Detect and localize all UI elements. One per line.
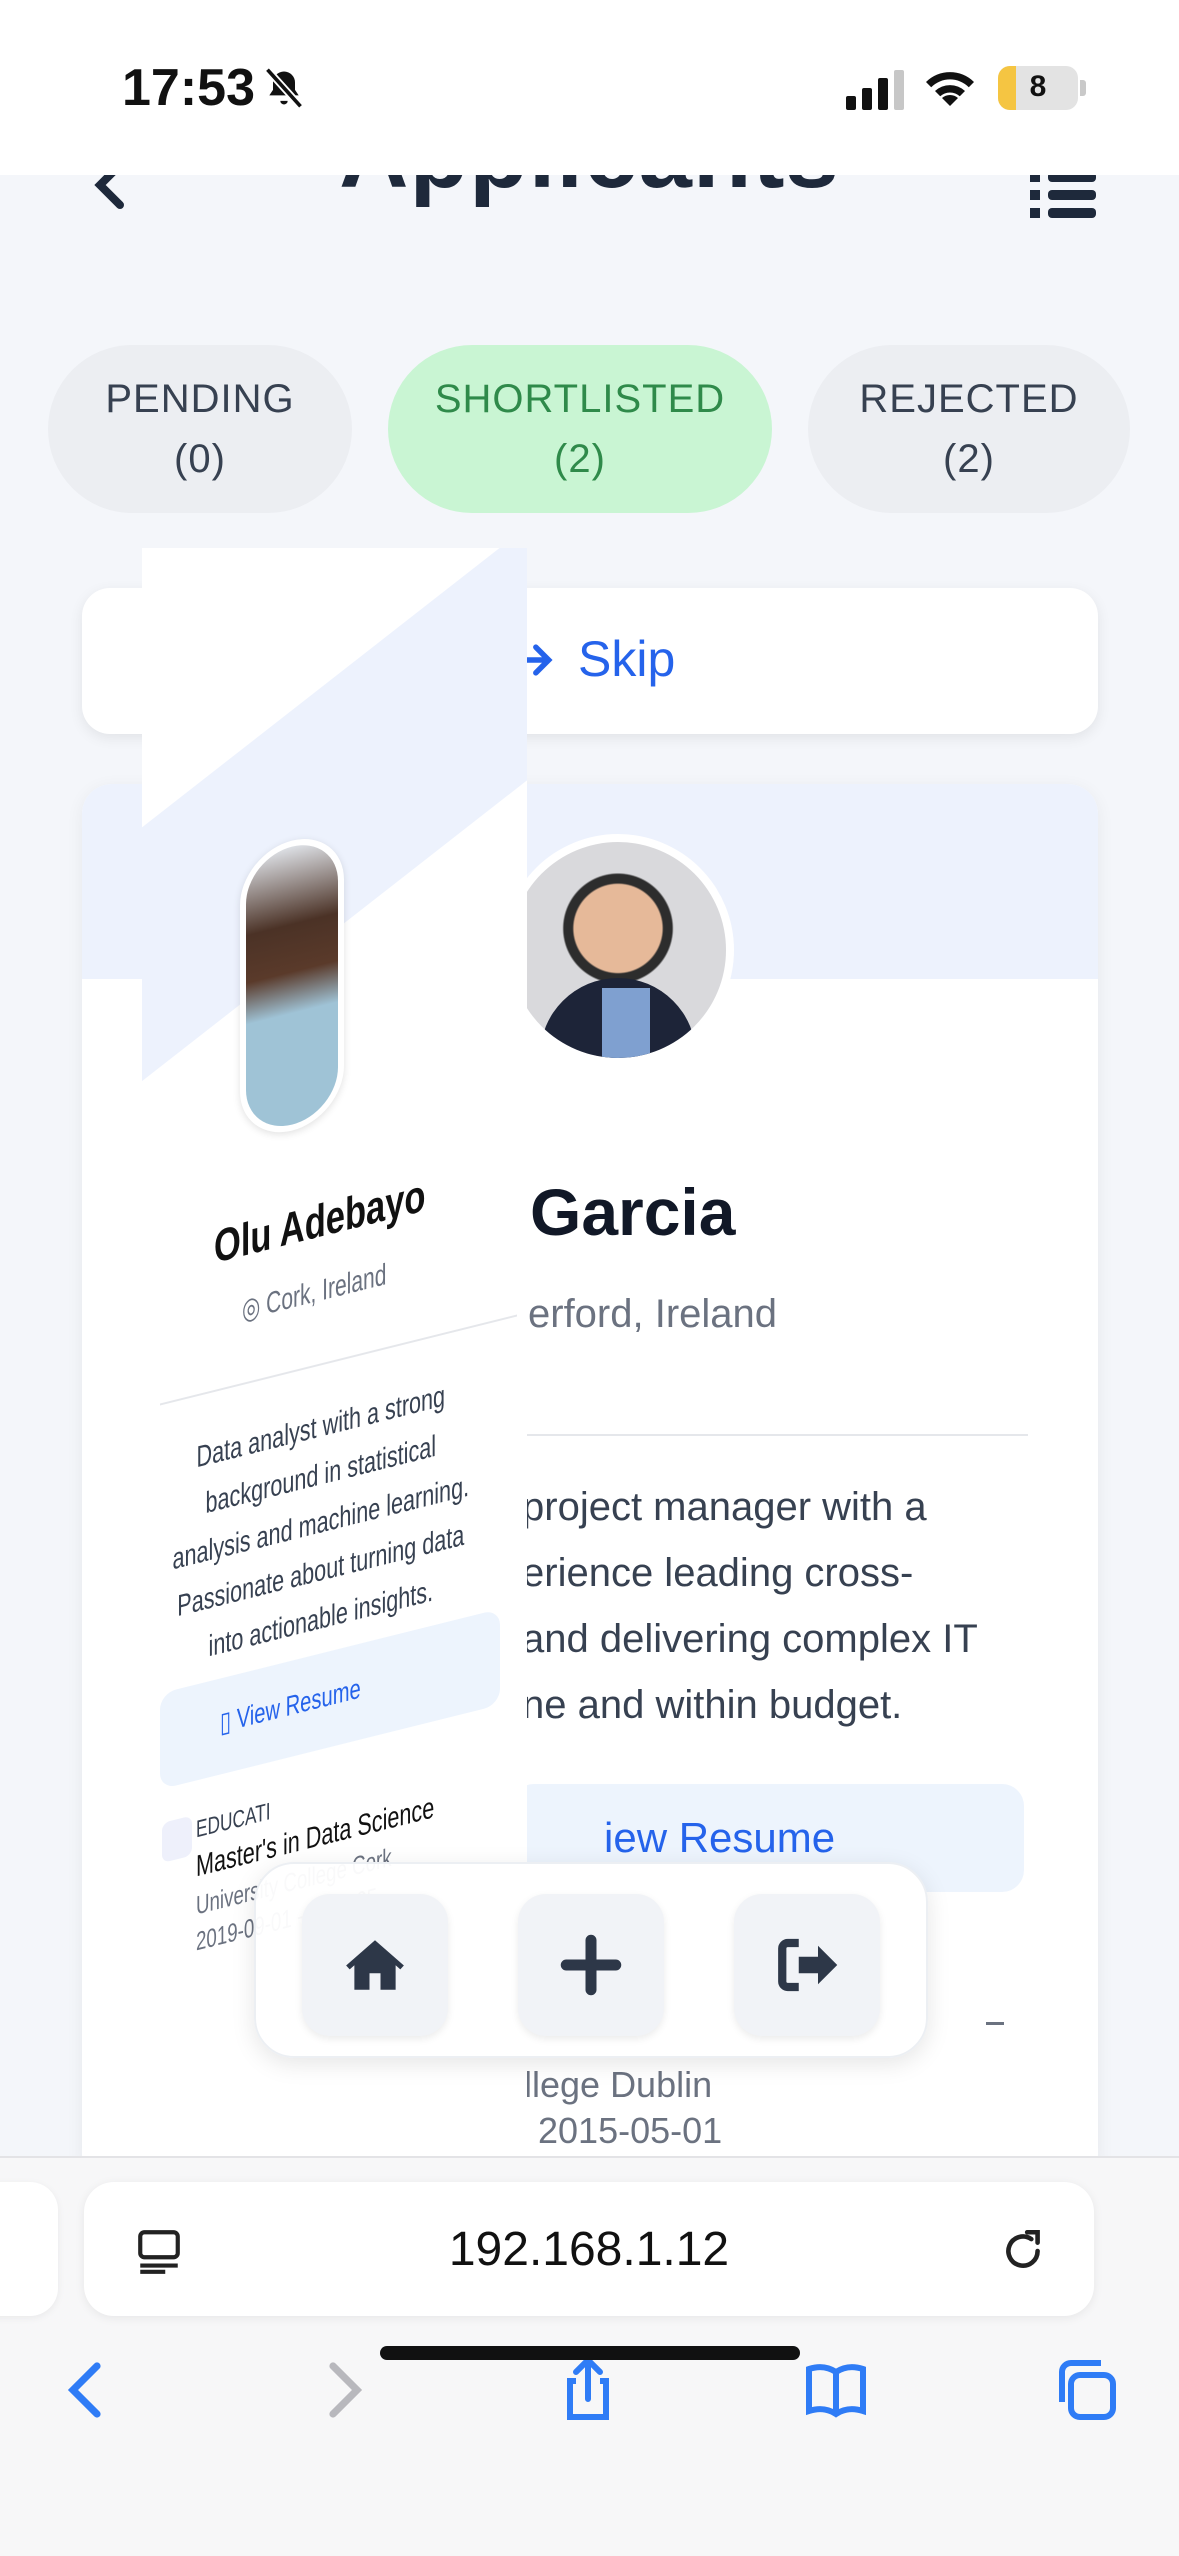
back-icon[interactable] <box>52 2354 124 2426</box>
share-icon[interactable] <box>552 2354 624 2426</box>
tab-label: REJECTED <box>859 377 1079 421</box>
home-button[interactable] <box>302 1894 448 2036</box>
tab-count: (2) <box>943 437 995 481</box>
url-text: 192.168.1.12 <box>448 2223 730 2276</box>
education-school: llege Dublin <box>524 2064 713 2105</box>
avatar <box>502 834 734 1066</box>
logout-button[interactable] <box>734 1894 880 2036</box>
reload-icon[interactable] <box>998 2226 1048 2276</box>
add-button[interactable] <box>518 1894 664 2036</box>
bio-line: project manager with a <box>522 1485 927 1529</box>
document-icon: ▯ <box>220 1703 237 1739</box>
home-icon <box>346 1940 404 1990</box>
bio-line: ne and within budget. <box>522 1683 903 1727</box>
view-resume-text: View Resume <box>236 1672 361 1735</box>
plus-icon <box>560 1934 622 1996</box>
education-date: 2015-05-01 <box>538 2110 723 2151</box>
bio-line: erience leading cross- <box>522 1551 914 1595</box>
logout-icon <box>778 1938 838 1992</box>
location-text: Cork, Ireland <box>266 1258 387 1322</box>
status-time: 17:53 <box>122 59 255 117</box>
tab-count: (2) <box>554 437 606 481</box>
forward-icon[interactable] <box>306 2354 378 2426</box>
battery-level: 8 <box>1029 70 1047 103</box>
skip-label: Skip <box>578 631 676 687</box>
bookmarks-icon[interactable] <box>800 2354 872 2426</box>
view-resume-label: iew Resume <box>604 1814 836 1861</box>
bio-line: and delivering complex IT <box>522 1617 978 1661</box>
applicant-bio: project manager with a erience leading c… <box>522 1474 1082 1738</box>
applicant-name: Garcia <box>530 1175 736 1249</box>
view-resume-label: ▯ View Resume <box>220 1671 361 1739</box>
education-icon <box>162 1815 192 1864</box>
applicant-location: ◎ Cork, Ireland <box>242 1257 386 1328</box>
status-bar: 17:53 8 <box>0 0 1179 175</box>
applicant-name: Olu Adebayo <box>214 1168 426 1274</box>
tab-rejected[interactable]: REJECTED (2) <box>808 345 1130 513</box>
floating-nav <box>254 1862 928 2058</box>
tab-count: (0) <box>174 437 226 481</box>
home-indicator <box>380 2346 800 2360</box>
signal-icon <box>846 70 904 110</box>
date-separator <box>986 2022 1004 2025</box>
address-bar[interactable]: 192.168.1.12 <box>84 2182 1094 2316</box>
tab-shortlisted[interactable]: SHORTLISTED (2) <box>388 345 772 513</box>
applicant-location: erford, Ireland <box>528 1292 778 1336</box>
tab-label: SHORTLISTED <box>434 377 726 421</box>
battery-icon: 8 <box>998 66 1078 110</box>
tabs-icon[interactable] <box>1050 2354 1122 2426</box>
list-icon[interactable] <box>1030 168 1096 220</box>
previous-tab-peek[interactable] <box>0 2182 58 2316</box>
bell-off-icon <box>264 67 304 109</box>
tab-pending[interactable]: PENDING (0) <box>48 345 352 513</box>
avatar <box>240 827 344 1144</box>
location-pin-icon: ◎ <box>242 1288 267 1328</box>
tab-label: PENDING <box>105 377 295 421</box>
wifi-icon <box>926 72 974 106</box>
